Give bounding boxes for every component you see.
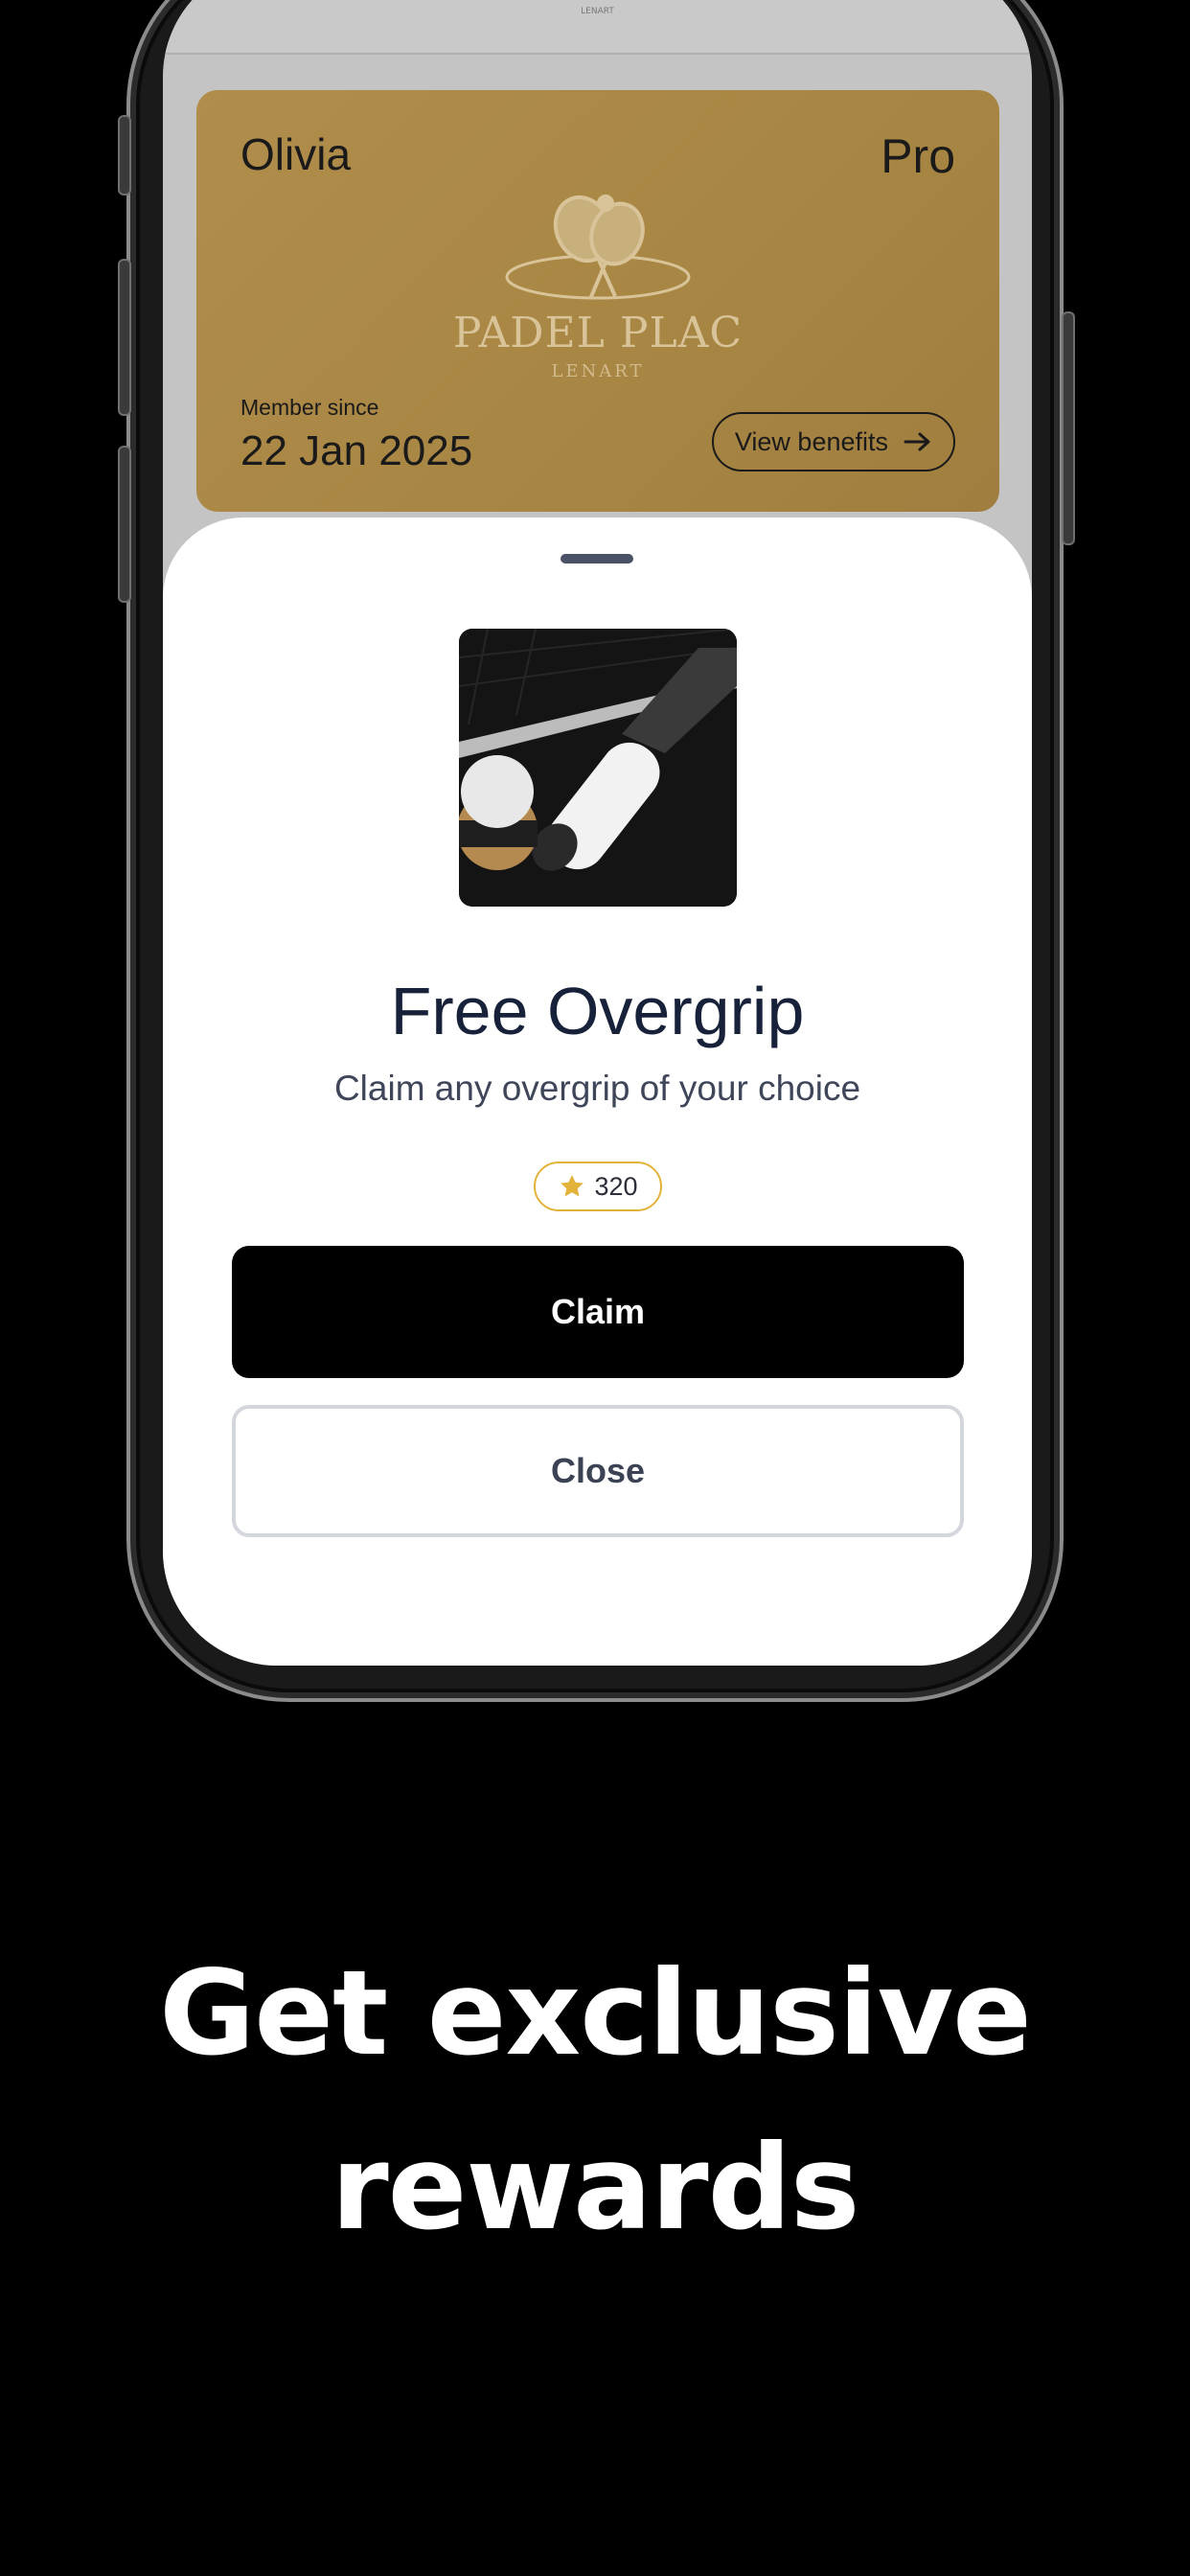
arrow-right-icon (904, 432, 930, 451)
phone-side-button (1062, 311, 1075, 545)
top-strip: LENART (163, 0, 1032, 55)
membership-tier: Pro (881, 129, 955, 183)
club-logo-subtext: LENART (551, 361, 645, 381)
close-button[interactable]: Close (232, 1405, 964, 1537)
phone-side-button (118, 446, 131, 603)
tagline-line-1: Get exclusive (159, 1945, 1032, 2082)
view-benefits-label: View benefits (734, 426, 888, 456)
reward-description: Claim any overgrip of your choice (333, 1069, 861, 1108)
reward-title: Free Overgrip (390, 974, 805, 1048)
club-logo-text: PADEL PLAC (452, 309, 744, 357)
reward-image (459, 629, 737, 907)
membership-card[interactable]: Olivia Pro PADEL PLAC LENART Member sinc… (196, 90, 999, 512)
member-name: Olivia (240, 129, 352, 179)
club-logo: PADEL PLAC LENART (196, 186, 999, 381)
points-badge: 320 (534, 1162, 662, 1211)
padel-racket-overgrip-icon (459, 629, 737, 907)
reward-bottom-sheet: Free Overgrip Claim any overgrip of your… (163, 518, 1032, 1666)
phone-screen: LENART Olivia Pro PADEL PLAC LENART Memb… (163, 0, 1032, 1666)
sheet-grabber[interactable] (561, 554, 633, 564)
star-icon (561, 1175, 584, 1197)
tagline-line-2: rewards (331, 2120, 859, 2256)
phone-side-button (118, 115, 131, 196)
view-benefits-button[interactable]: View benefits (711, 412, 955, 472)
top-strip-text: LENART (581, 7, 614, 16)
marketing-tagline: Get exclusive rewards (0, 1926, 1190, 2275)
phone-side-button (118, 259, 131, 416)
points-value: 320 (594, 1171, 638, 1201)
member-since-label: Member since (240, 395, 379, 420)
member-since-date: 22 Jan 2025 (240, 427, 473, 474)
padel-rackets-icon (505, 195, 691, 300)
claim-button[interactable]: Claim (232, 1246, 964, 1378)
